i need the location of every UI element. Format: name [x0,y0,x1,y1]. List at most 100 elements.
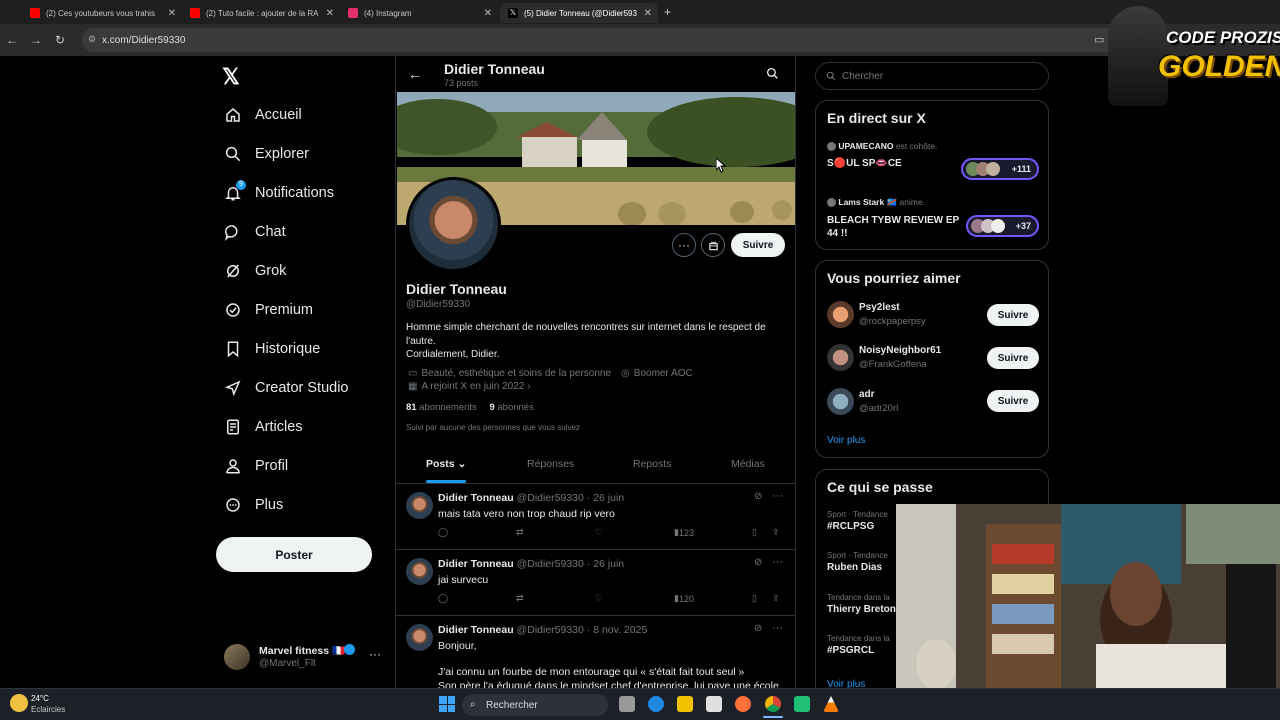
weather-temp[interactable]: 24°C [31,694,49,703]
tab-media[interactable]: Médias [731,458,765,470]
grok-icon[interactable]: ⊘ [754,557,762,568]
tab-replies[interactable]: Réponses [527,458,574,470]
task-view-icon[interactable] [619,696,635,712]
vlc-icon[interactable] [823,696,839,712]
suggestion-name[interactable]: Psy2lest [859,302,900,313]
cast-icon[interactable]: ▭ [1094,33,1104,46]
see-more-link[interactable]: Voir plus [827,435,865,446]
post-button[interactable]: Poster [216,537,372,572]
chrome-icon[interactable] [765,696,781,712]
live-listeners[interactable]: +111 [961,158,1039,180]
bookmark-icon[interactable]: ▯ [752,527,757,538]
tweet-author[interactable]: Didier Tonneau [438,624,514,636]
sidebar-item-plus[interactable]: Plus [224,493,283,517]
tweet-author[interactable]: Didier Tonneau [438,492,514,504]
browser-tab-active[interactable]: 𝕏 (5) Didier Tonneau (@Didier593 ✕ [500,3,658,23]
url-field[interactable]: ⚙ x.com/Didier59330 [82,28,1122,52]
edge-icon[interactable] [648,696,664,712]
store-icon[interactable] [706,696,722,712]
bookmark-icon[interactable]: ▯ [752,593,757,604]
new-tab-icon[interactable]: + [664,5,671,19]
back-icon[interactable]: ← [0,33,24,47]
back-arrow-icon[interactable]: ← [408,66,422,82]
repost-icon[interactable]: ⇄ [516,527,524,538]
close-icon[interactable]: ✕ [168,8,176,19]
more-icon[interactable]: ··· [772,490,783,502]
close-icon[interactable]: ✕ [326,8,334,19]
live-host[interactable]: Lams Stark 🇨🇩 anime. [827,197,925,208]
sidebar-item-historique[interactable]: Historique [224,337,320,361]
more-icon[interactable]: ··· [369,647,381,661]
more-icon[interactable]: ··· [772,556,783,568]
trend-item[interactable]: Sport · Tendance Ruben Dias [827,551,897,573]
trend-item[interactable]: Tendance dans la Thierry Breton [827,593,897,615]
grok-icon[interactable]: ⊘ [754,491,762,502]
views-stat[interactable]: ▮ 123 [674,527,694,538]
suggestion-name[interactable]: adr [859,389,875,400]
profile-joined-row[interactable]: ▦ A rejoint X en juin 2022 › [408,381,531,392]
close-icon[interactable]: ✕ [484,8,492,19]
browser-tab[interactable]: (2) Ces youtubeurs vous trahis ✕ [22,3,182,23]
views-stat[interactable]: ▮ 120 [674,593,694,604]
windows-start-icon[interactable] [439,696,455,712]
follow-button[interactable]: Suivre [731,233,785,257]
sidebar-item-articles[interactable]: Articles [224,415,303,439]
taskbar-search-input[interactable]: ⌕ Rechercher [462,694,608,716]
sidebar-item-grok[interactable]: Grok [224,259,286,283]
sidebar-item-notifications[interactable]: 9 Notifications [224,180,334,205]
live-title-text[interactable]: BLEACH TYBW REVIEW EP 44 !! [827,214,962,240]
trend-item[interactable]: Sport · Tendance #RCLPSG [827,510,897,532]
reload-icon[interactable]: ↻ [48,33,72,47]
more-icon[interactable]: ··· [772,622,783,634]
search-input[interactable]: Chercher [815,62,1049,90]
more-icon[interactable]: ··· [672,233,696,257]
tab-posts[interactable]: Posts ⌄ [426,458,466,470]
live-host[interactable]: UPAMECANO est cohôte. [827,141,937,152]
live-listeners[interactable]: +37 [966,215,1039,237]
followers-label[interactable]: abonnés [497,402,533,413]
tab-reposts[interactable]: Reposts [633,458,672,470]
suggestion-name[interactable]: NoisyNeighbor61 [859,345,941,356]
tweet[interactable]: Didier Tonneau @Didier59330 · 8 nov. 202… [396,616,795,688]
following-label[interactable]: abonnements [419,402,477,413]
forward-icon[interactable]: → [24,33,48,47]
weather-label[interactable]: Eclaircies [31,705,65,714]
sidebar-item-explorer[interactable]: Explorer [224,142,309,166]
weather-icon[interactable] [10,694,28,712]
sidebar-item-creator-studio[interactable]: Creator Studio [224,376,349,400]
profile-avatar[interactable] [406,177,501,272]
file-explorer-icon[interactable] [677,696,693,712]
reply-icon[interactable]: ◯ [438,593,448,604]
sidebar-item-accueil[interactable]: Accueil [224,103,302,127]
firefox-icon[interactable] [735,696,751,712]
repost-icon[interactable]: ⇄ [516,593,524,604]
like-icon[interactable]: ♡ [595,527,603,538]
trend-item[interactable]: Tendance dans la #PSGRCL [827,634,897,656]
share-icon[interactable]: ⇪ [772,593,780,604]
tweet[interactable]: Didier Tonneau @Didier59330 · 26 juin ⊘ … [396,484,795,550]
like-icon[interactable]: ♡ [595,593,603,604]
browser-tab[interactable]: (2) Tuto facile : ajouter de la RA ✕ [182,3,340,23]
shop-icon[interactable] [701,233,725,257]
followers-count[interactable]: 9 [489,402,494,413]
grok-icon[interactable]: ⊘ [754,623,762,634]
reply-icon[interactable]: ◯ [438,527,448,538]
sidebar-item-profil[interactable]: Profil [224,454,288,478]
following-count[interactable]: 81 [406,402,417,413]
search-icon[interactable] [766,67,779,85]
sidebar-item-chat[interactable]: Chat [224,220,286,244]
x-logo-icon[interactable]: 𝕏 [222,64,240,90]
share-icon[interactable]: ⇪ [772,527,780,538]
browser-tab[interactable]: (4) Instagram ✕ [340,3,498,23]
close-icon[interactable]: ✕ [644,8,652,19]
sidebar-item-premium[interactable]: Premium [224,298,313,322]
app-icon[interactable] [794,696,810,712]
tweet-author[interactable]: Didier Tonneau [438,558,514,570]
tweet[interactable]: Didier Tonneau @Didier59330 · 26 juin ⊘ … [396,550,795,616]
follow-button[interactable]: Suivre [987,390,1039,412]
site-settings-icon[interactable]: ⚙ [88,34,96,45]
account-switcher[interactable]: Marvel fitness 🇫🇷 @Marvel_Flt ··· [224,643,384,673]
follow-button[interactable]: Suivre [987,304,1039,326]
follow-button[interactable]: Suivre [987,347,1039,369]
live-title-text[interactable]: S🔴UL SP👄CE [827,158,957,169]
